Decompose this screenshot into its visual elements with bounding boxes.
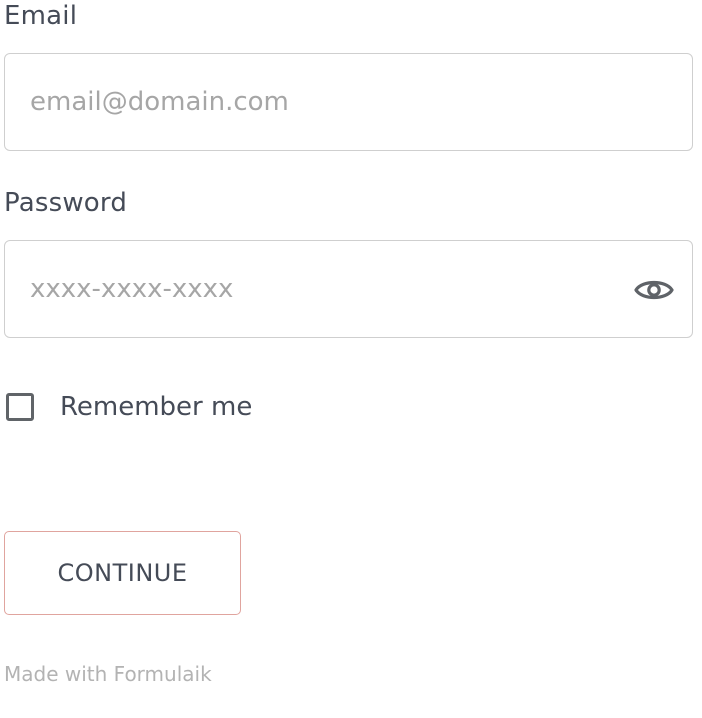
password-label: Password: [4, 188, 128, 218]
login-form: Email Password Remember me CONTINUE Made…: [0, 0, 702, 718]
email-field[interactable]: [5, 54, 692, 150]
password-field[interactable]: [5, 241, 692, 337]
password-field-container: [4, 240, 693, 338]
remember-me-label: Remember me: [60, 392, 253, 422]
email-field-container: [4, 53, 693, 151]
footer-credit[interactable]: Made with Formulaik: [4, 660, 212, 688]
remember-me-row[interactable]: Remember me: [4, 390, 252, 424]
continue-button[interactable]: CONTINUE: [4, 531, 241, 615]
eye-icon[interactable]: [634, 272, 674, 308]
email-label: Email: [4, 1, 78, 31]
remember-me-checkbox[interactable]: [6, 393, 34, 421]
